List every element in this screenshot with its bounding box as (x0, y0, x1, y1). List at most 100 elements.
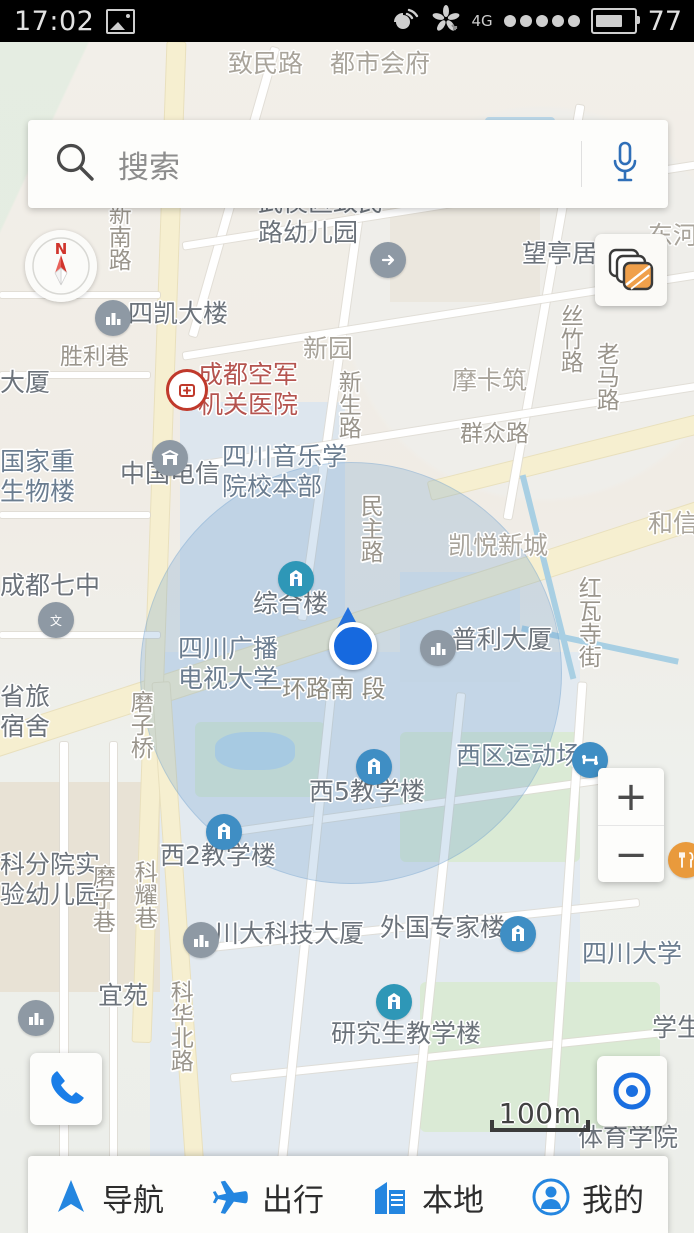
map-label: 和信 (648, 509, 694, 538)
my-location-dot (329, 622, 377, 670)
layers-icon (608, 248, 654, 291)
nav-label-navigation: 导航 (102, 1182, 164, 1219)
building-icon[interactable] (95, 300, 131, 336)
map-label: 西区运动场 (456, 741, 582, 770)
map-label: 学生 (652, 1013, 694, 1042)
map-label: 都市会府 (330, 49, 431, 78)
microphone-icon (608, 139, 642, 189)
map-label: 老马路 (592, 342, 619, 411)
airplane-icon (212, 1178, 250, 1216)
nav-label-mine: 我的 (582, 1182, 644, 1219)
photo-icon (106, 8, 136, 34)
status-right-icons: 4G 77 (391, 5, 682, 37)
map-label: 致民路 (228, 49, 304, 78)
map-label: 宜苑 (98, 981, 149, 1010)
hospital-cross-icon[interactable] (166, 369, 208, 411)
map-label: 外国专家楼 (380, 913, 506, 942)
map-label: 国家重 生物楼 (0, 447, 76, 506)
zoom-in-button[interactable]: + (598, 768, 664, 825)
road-minor (110, 742, 117, 1212)
map-label: 川大科技大厦 (214, 919, 365, 948)
building-icon[interactable] (18, 1000, 54, 1036)
school-icon[interactable] (278, 561, 314, 597)
map-label: 四川大学 (582, 939, 683, 968)
map-label: 磨子巷 (88, 864, 115, 933)
school-icon[interactable] (356, 749, 392, 785)
map-label: 体育学院 (578, 1123, 679, 1152)
map-label: 红瓦寺街 (574, 576, 601, 668)
navigation-arrow-icon (52, 1178, 90, 1216)
nav-item-local[interactable]: 本地 (372, 1175, 484, 1220)
map-label: 科华北路 (166, 980, 193, 1072)
school-icon[interactable] (206, 814, 242, 850)
map-label: 胜利巷 (60, 344, 129, 370)
road-minor (0, 632, 160, 638)
nav-item-mine[interactable]: 我的 (532, 1175, 644, 1220)
culture-icon[interactable]: 文 (38, 602, 74, 638)
search-icon (54, 141, 96, 187)
map-label: 成都空军 机关医院 (198, 360, 299, 419)
call-signal-icon (391, 6, 421, 36)
bottom-navigation-bar[interactable]: 导航 出行 本地 我的 (28, 1156, 668, 1233)
search-bar[interactable]: 搜索 (28, 120, 668, 208)
building-icon[interactable] (183, 922, 219, 958)
svg-text:文: 文 (50, 613, 62, 628)
school-icon[interactable] (376, 984, 412, 1020)
compass-needle-icon: N (32, 237, 90, 295)
map-label: 摩卡筑 (452, 366, 528, 395)
map-label: 普利大厦 (452, 625, 553, 654)
status-left-icons (106, 8, 136, 34)
compass[interactable]: N (25, 230, 97, 302)
zoom-out-button[interactable]: − (598, 826, 664, 882)
map-label: 新生路 (334, 370, 361, 439)
map-label: 科耀巷 (130, 860, 157, 929)
map-canvas[interactable]: 致民路都市会府武侯区致民 路幼儿园望亭居新南路四凯大楼胜利巷大厦新园成都空军 机… (0, 42, 694, 1233)
map-label: 凯悦新城 (448, 531, 549, 560)
map-label: 新南路 (104, 202, 131, 271)
road-minor (60, 742, 68, 1212)
map-label: 民主路 (356, 494, 383, 563)
map-label: 四凯大楼 (128, 299, 229, 328)
search-input[interactable]: 搜索 (118, 142, 581, 187)
direction-icon[interactable] (370, 242, 406, 278)
flower-app-icon (432, 5, 460, 37)
zoom-controls[interactable]: + − (598, 768, 664, 882)
road-minor (0, 512, 150, 518)
locate-target-icon (613, 1072, 651, 1110)
map-label: 大厦 (0, 368, 51, 397)
signal-strength-icon (503, 15, 580, 27)
shop-icon[interactable] (152, 440, 188, 476)
map-label: 群众路 (460, 421, 529, 447)
map-label: 研究生教学楼 (331, 1019, 482, 1048)
map-label: 新园 (303, 334, 354, 363)
status-bar: 17:02 4G 77 (0, 0, 694, 42)
map-layers-button[interactable] (595, 234, 667, 306)
scale-label: 100m (498, 1097, 582, 1130)
network-type: 4G (471, 12, 493, 30)
phone-icon (51, 1071, 84, 1104)
nav-label-local: 本地 (422, 1182, 484, 1219)
my-location-button[interactable] (597, 1056, 667, 1126)
map-label: 丝竹路 (556, 304, 583, 373)
map-label: 科分院实 验幼儿园 (0, 850, 101, 909)
battery-percent: 77 (647, 5, 682, 37)
map-label: 一环路南 段 (258, 675, 386, 703)
map-label: 成都七中 (0, 571, 101, 600)
nav-item-navigation[interactable]: 导航 (52, 1175, 164, 1220)
map-label: 四川音乐学 院校本部 (222, 442, 348, 501)
building-icon[interactable] (420, 630, 456, 666)
status-time: 17:02 (14, 5, 95, 37)
battery-icon (590, 8, 640, 34)
school-icon[interactable] (500, 916, 536, 952)
buildings-icon (372, 1178, 410, 1216)
nav-label-travel: 出行 (262, 1182, 324, 1219)
voice-search-button[interactable] (582, 139, 668, 189)
scale-bar-line (490, 1120, 590, 1132)
scale-bar: 100m (490, 1097, 590, 1132)
phone-button[interactable] (30, 1053, 102, 1125)
person-icon (532, 1178, 570, 1216)
map-label: 省旅 宿舍 (0, 682, 51, 741)
map-app-screen: 17:02 4G 77 致民路 都市会府 路幼儿园 望亭居 新南路 四凯大楼 胜… (0, 0, 694, 1233)
map-label: 望亭居 (522, 239, 598, 268)
nav-item-travel[interactable]: 出行 (212, 1175, 324, 1220)
